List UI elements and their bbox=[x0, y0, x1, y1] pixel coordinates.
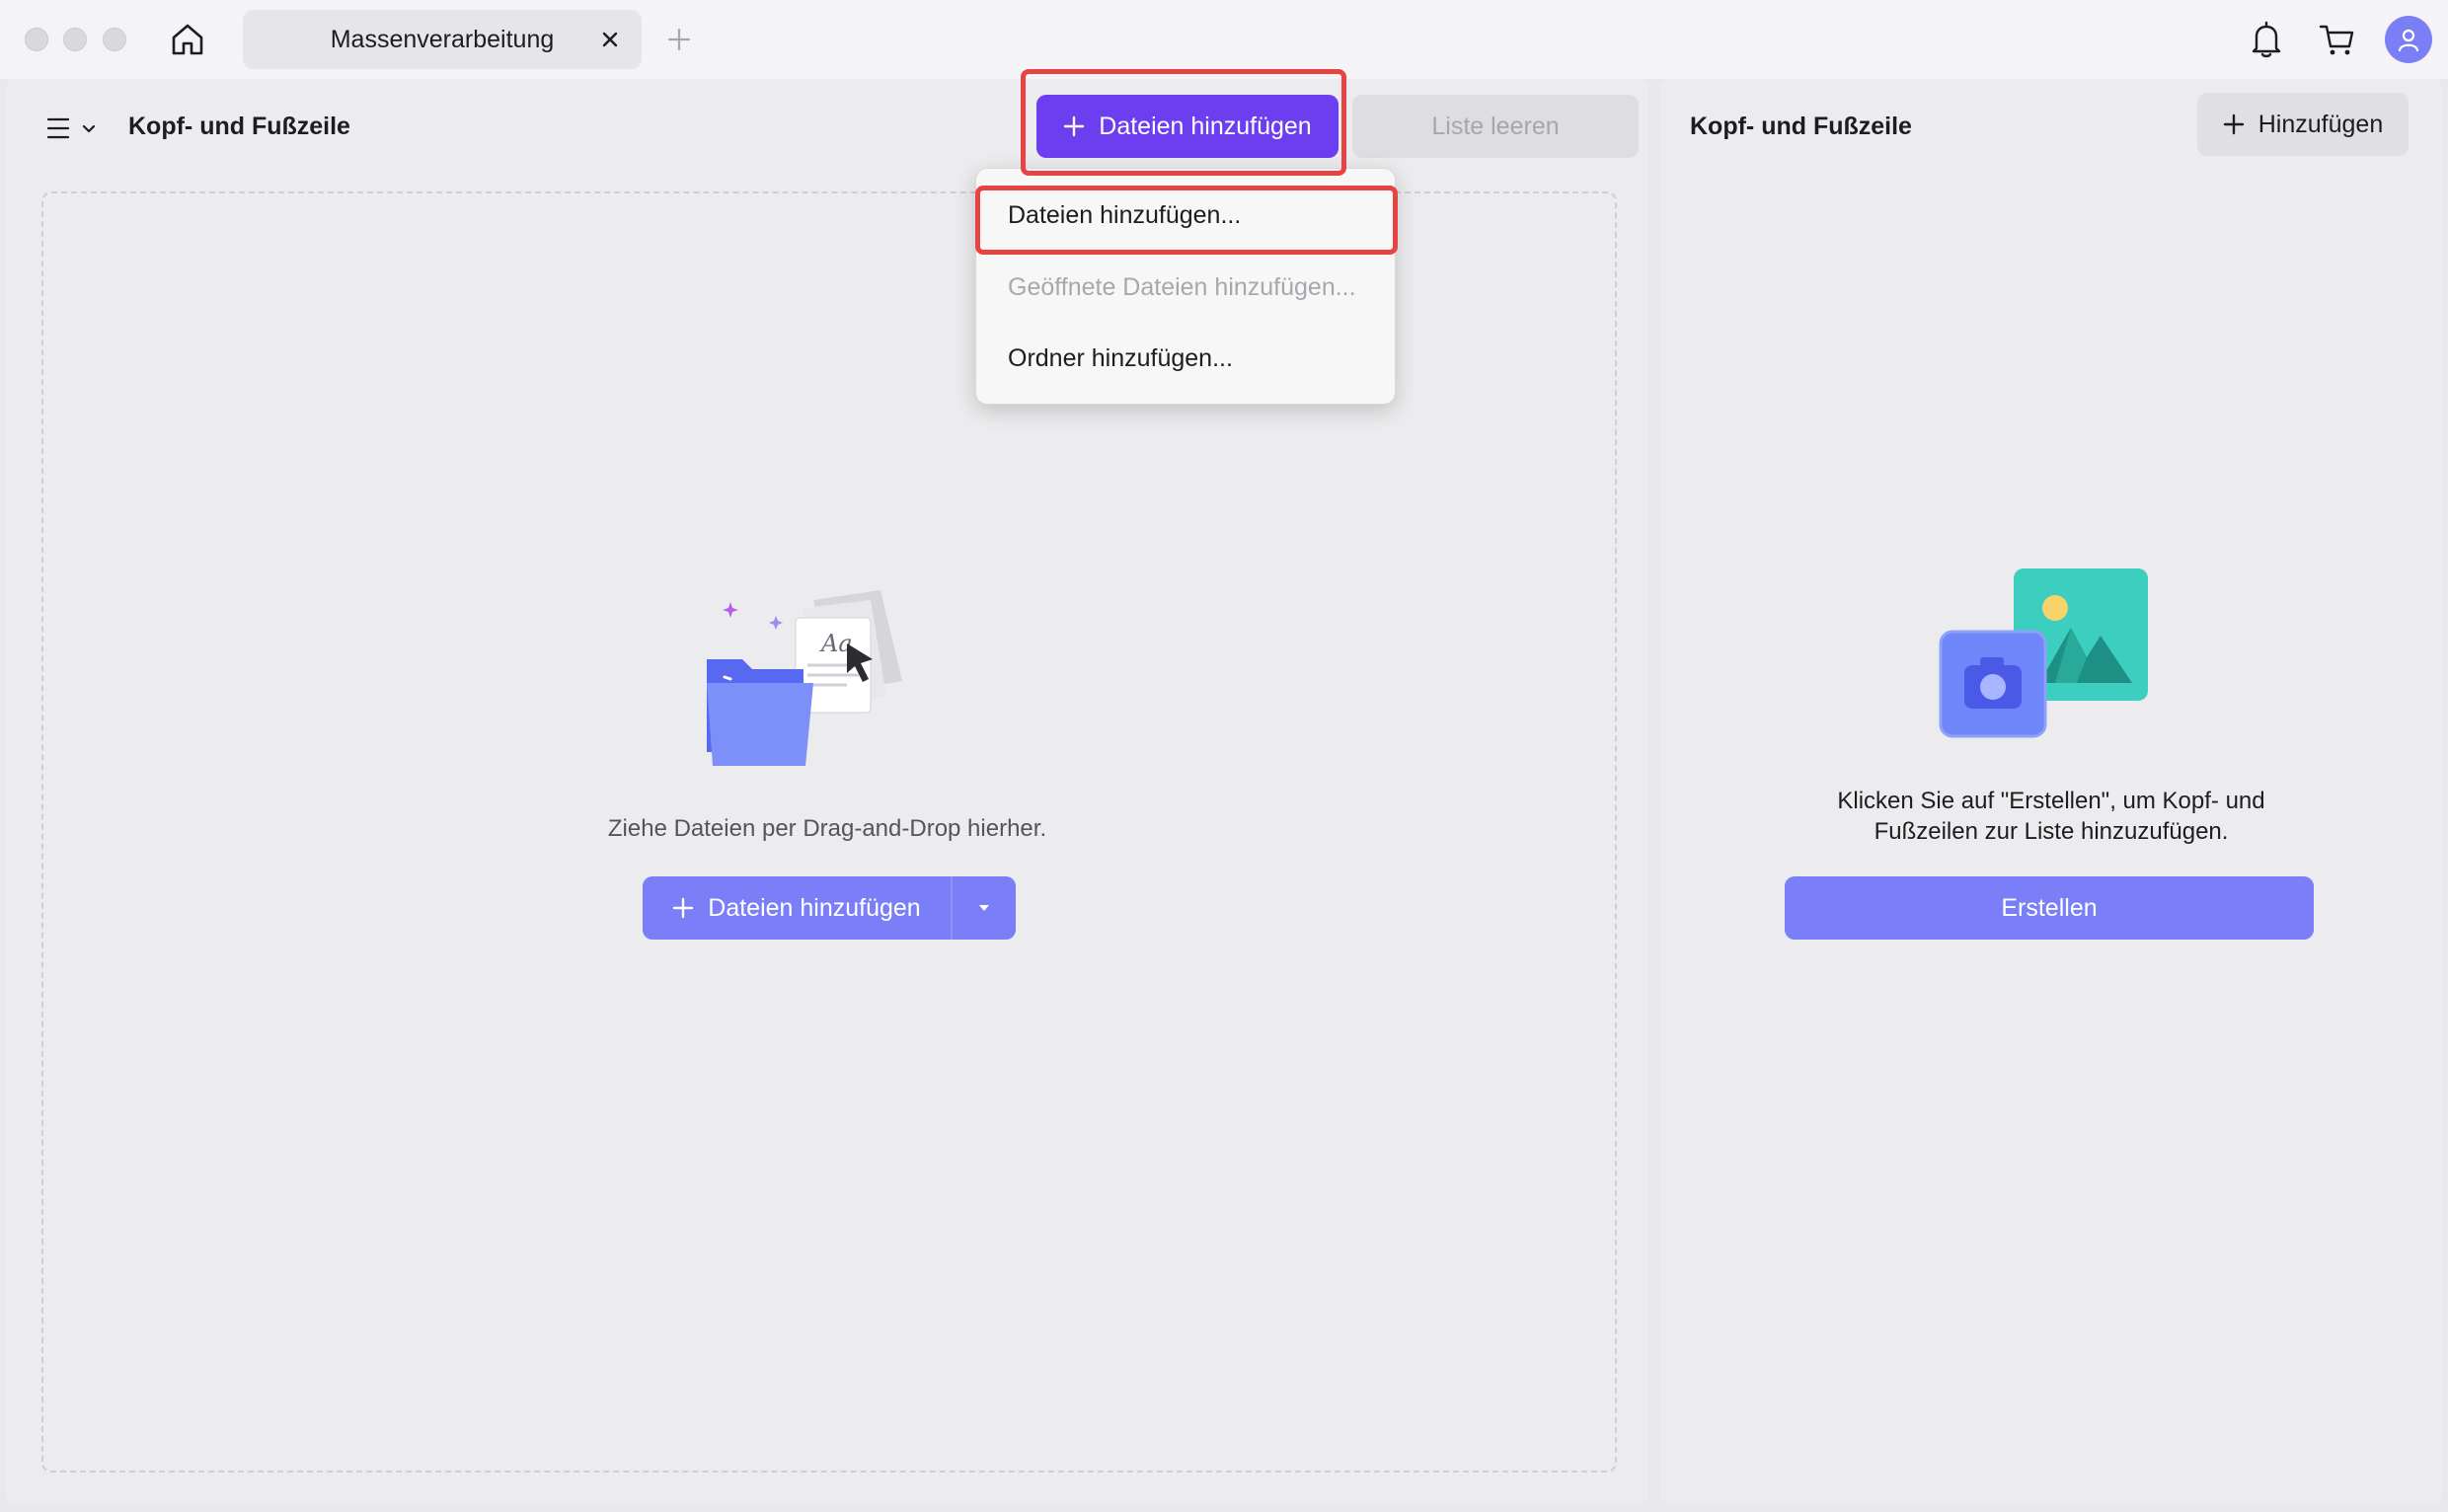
highlight-add-files-button bbox=[1021, 69, 1346, 176]
plus-icon bbox=[673, 897, 694, 919]
add-files-split-dropdown[interactable] bbox=[953, 876, 1016, 940]
window-close-control[interactable] bbox=[25, 28, 48, 51]
highlight-menu-item bbox=[975, 186, 1398, 255]
tab-close-button[interactable] bbox=[594, 24, 626, 55]
home-icon bbox=[172, 24, 203, 55]
window-zoom-control[interactable] bbox=[103, 28, 126, 51]
image-illustration bbox=[1939, 568, 2148, 738]
title-bar: Massenverarbeitung bbox=[0, 0, 2448, 79]
add-files-split-label: Dateien hinzufügen bbox=[708, 893, 921, 922]
add-files-split-main[interactable]: Dateien hinzufügen bbox=[643, 876, 953, 940]
menu-item-add-opened-files: Geöffnete Dateien hinzufügen... bbox=[1008, 273, 1356, 301]
hint-line-2: Fußzeilen zur Liste hinzuzufügen. bbox=[1874, 818, 2229, 845]
chevron-down-icon bbox=[82, 124, 96, 133]
hint-line-1: Klicken Sie auf "Erstellen", um Kopf- un… bbox=[1837, 788, 2265, 814]
folder-illustration: Aa bbox=[707, 590, 902, 766]
menu-icon bbox=[46, 117, 70, 139]
caret-down-icon bbox=[979, 905, 989, 911]
bell-icon bbox=[2252, 21, 2281, 58]
panel-title: Kopf- und Fußzeile bbox=[128, 113, 350, 140]
add-template-label: Hinzufügen bbox=[2257, 110, 2384, 138]
user-icon bbox=[2398, 29, 2419, 52]
create-button[interactable]: Erstellen bbox=[1785, 876, 2314, 940]
close-icon bbox=[602, 32, 618, 47]
notifications-button[interactable] bbox=[2245, 18, 2288, 61]
add-template-button[interactable]: Hinzufügen bbox=[2197, 93, 2409, 156]
tab-label: Massenverarbeitung bbox=[330, 25, 555, 53]
menu-item-add-folder[interactable]: Ordner hinzufügen... bbox=[1008, 344, 1233, 373]
cart-icon bbox=[2319, 25, 2354, 55]
header-footer-panel: Kopf- und Fußzeile Hinzufügen Klicken Si… bbox=[1660, 79, 2442, 1504]
cart-button[interactable] bbox=[2316, 18, 2359, 61]
create-label: Erstellen bbox=[2001, 893, 2098, 922]
tab-massenverarbeitung[interactable]: Massenverarbeitung bbox=[243, 10, 642, 69]
clear-list-button[interactable]: Liste leeren bbox=[1352, 95, 1639, 158]
clear-list-label: Liste leeren bbox=[1431, 112, 1560, 140]
right-panel-hint: Klicken Sie auf "Erstellen", um Kopf- un… bbox=[1720, 786, 2383, 847]
user-avatar[interactable] bbox=[2385, 16, 2432, 63]
home-button[interactable] bbox=[164, 18, 211, 61]
plus-icon bbox=[2223, 113, 2244, 135]
plus-icon bbox=[667, 28, 691, 51]
drop-hint-text: Ziehe Dateien per Drag-and-Drop hierher. bbox=[607, 815, 1047, 842]
window-minimize-control[interactable] bbox=[63, 28, 87, 51]
right-panel-title: Kopf- und Fußzeile bbox=[1690, 113, 1912, 140]
new-tab-button[interactable] bbox=[661, 22, 697, 57]
add-files-split-button: Dateien hinzufügen bbox=[643, 876, 1016, 940]
panel-menu-toggle[interactable] bbox=[45, 107, 115, 150]
file-list-panel: Kopf- und Fußzeile Dateien hinzufügen Li… bbox=[6, 79, 1648, 1504]
